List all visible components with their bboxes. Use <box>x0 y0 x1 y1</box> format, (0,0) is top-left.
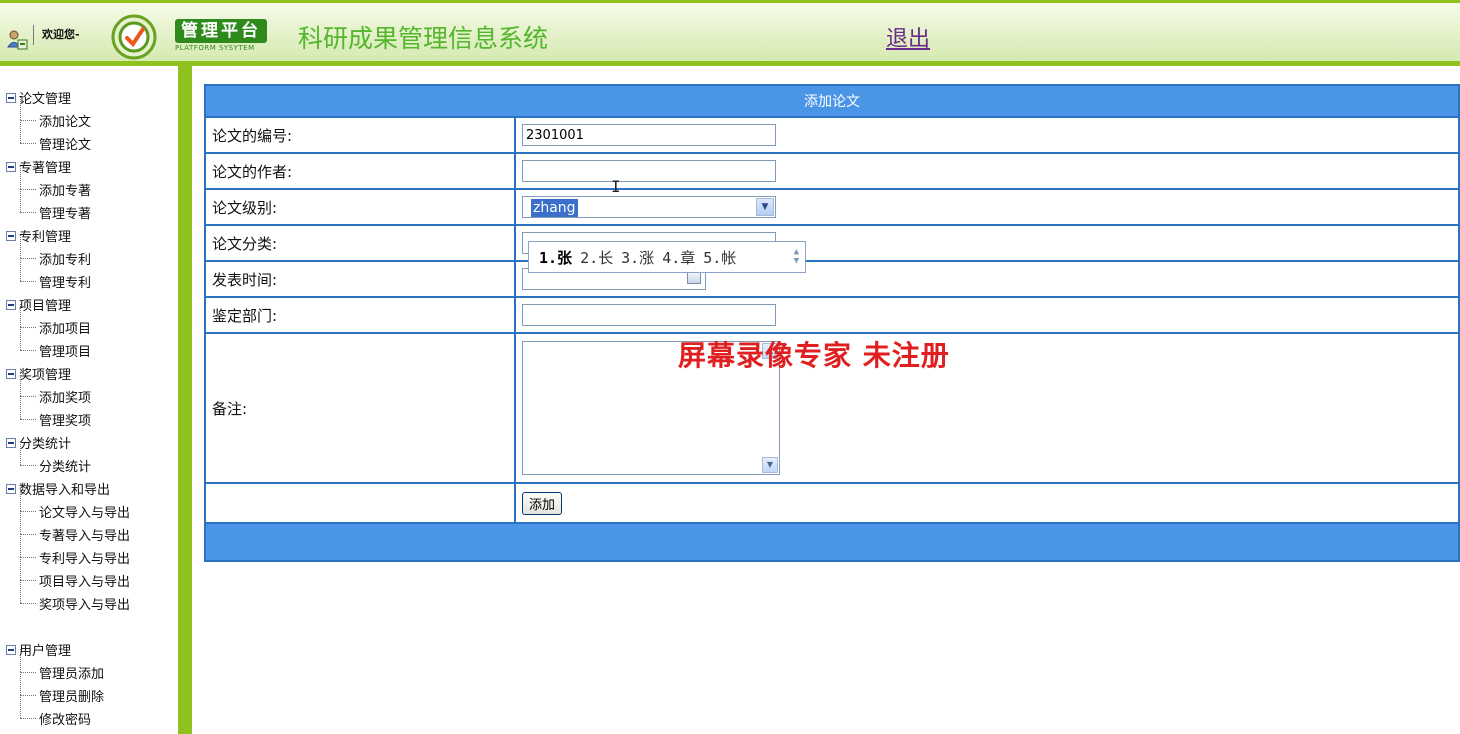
nav-group-title[interactable]: 专利管理 <box>6 224 91 247</box>
label-paper-author: 论文的作者: <box>204 152 516 190</box>
header: 欢迎您- 管理平台 PLATFORM SYSYTEM 科研成果管理信息系统 退出 <box>0 0 1460 66</box>
nav-item-award-io[interactable]: 奖项导入与导出 <box>6 580 130 615</box>
collapse-icon[interactable] <box>6 644 16 655</box>
form-footer <box>204 522 1460 562</box>
label-publish-time: 发表时间: <box>204 260 516 298</box>
scroll-down-icon[interactable]: ▼ <box>762 457 778 473</box>
header-divider <box>33 25 34 45</box>
nav-item-statistics[interactable]: 分类统计 <box>6 442 91 477</box>
nav-group-paper: 论文管理 添加论文 管理论文 <box>6 86 91 155</box>
ime-candidate[interactable]: 5.帐 <box>703 247 736 268</box>
nav-item-manage-award[interactable]: 管理奖项 <box>6 396 91 431</box>
form-title: 添加论文 <box>204 84 1460 118</box>
nav-group-statistics: 分类统计 分类统计 <box>6 431 91 477</box>
header-bottom-border <box>0 61 1460 66</box>
nav-group-import-export: 数据导入和导出 论文导入与导出 专著导入与导出 专利导入与导出 项目导入与导出 … <box>6 477 130 615</box>
nav-group-award: 奖项管理 添加奖项 管理奖项 <box>6 362 91 431</box>
collapse-icon[interactable] <box>6 92 16 103</box>
submit-button[interactable]: 添加 <box>522 491 563 515</box>
page-spinner-icon[interactable]: ▲ ▼ <box>794 248 799 266</box>
label-paper-number: 论文的编号: <box>204 116 516 154</box>
welcome-text: 欢迎您- <box>42 28 80 41</box>
nav-item-monograph-io[interactable]: 专著导入与导出 <box>6 511 130 546</box>
platform-subtitle: PLATFORM SYSYTEM <box>175 44 255 52</box>
nav-item-paper-io[interactable]: 论文导入与导出 <box>6 488 130 523</box>
nav-group-patent: 专利管理 添加专利 管理专利 <box>6 224 91 293</box>
collapse-icon[interactable] <box>6 483 16 494</box>
collapse-icon[interactable] <box>6 230 16 241</box>
nav-item-add-patent[interactable]: 添加专利 <box>6 235 91 270</box>
nav-item-manage-paper[interactable]: 管理论文 <box>6 120 91 155</box>
nav-group-project: 项目管理 添加项目 管理项目 <box>6 293 91 362</box>
nav-item-manage-monograph[interactable]: 管理专著 <box>6 189 91 224</box>
calendar-icon[interactable] <box>687 272 701 284</box>
paper-author-input[interactable] <box>522 160 776 182</box>
sidebar: 论文管理 添加论文 管理论文 专著管理 添加专著 管理专著 专利管理 添加专利 … <box>0 66 178 734</box>
logout-link[interactable]: 退出 <box>886 21 930 53</box>
nav-group-title[interactable]: 分类统计 <box>6 431 91 454</box>
ime-candidate[interactable]: 3.涨 <box>621 247 654 268</box>
text-cursor-icon: I <box>611 177 621 196</box>
add-paper-form: 添加论文 论文的编号: 论文的作者: 论文级别: zhang ▼ 论文分类: 发… <box>204 84 1460 562</box>
sidebar-divider <box>178 66 192 734</box>
collapse-icon[interactable] <box>6 161 16 172</box>
label-paper-level: 论文级别: <box>204 188 516 226</box>
nav-item-project-io[interactable]: 项目导入与导出 <box>6 557 130 592</box>
paper-level-select[interactable]: zhang ▼ <box>522 196 776 218</box>
label-remarks: 备注: <box>204 332 516 484</box>
nav-group-title[interactable]: 论文管理 <box>6 86 91 109</box>
ime-candidate-popup: 1.张 2.长 3.涨 4.章 5.帐 ▲ ▼ <box>528 241 806 273</box>
nav-group-user: 用户管理 管理员添加 管理员删除 修改密码 <box>6 638 104 730</box>
ime-candidate[interactable]: 1.张 <box>539 247 572 268</box>
nav-item-change-password[interactable]: 修改密码 <box>6 695 104 730</box>
nav-group-title[interactable]: 专著管理 <box>6 155 91 178</box>
nav-group-title[interactable]: 数据导入和导出 <box>6 477 130 500</box>
nav-group-monograph: 专著管理 添加专著 管理专著 <box>6 155 91 224</box>
nav-item-add-monograph[interactable]: 添加专著 <box>6 166 91 201</box>
ime-composition-text: zhang <box>531 199 578 217</box>
collapse-icon[interactable] <box>6 437 16 448</box>
nav-item-manage-patent[interactable]: 管理专利 <box>6 258 91 293</box>
ime-candidate[interactable]: 2.长 <box>580 247 613 268</box>
user-icon <box>7 30 28 50</box>
nav-item-add-paper[interactable]: 添加论文 <box>6 97 91 132</box>
nav-item-add-project[interactable]: 添加项目 <box>6 304 91 339</box>
nav-item-add-award[interactable]: 添加奖项 <box>6 373 91 408</box>
watermark-text: 屏幕录像专家 未注册 <box>678 339 950 372</box>
collapse-icon[interactable] <box>6 299 16 310</box>
nav-group-title[interactable]: 奖项管理 <box>6 362 91 385</box>
logo-icon <box>111 14 157 60</box>
nav-group-title[interactable]: 项目管理 <box>6 293 91 316</box>
label-paper-category: 论文分类: <box>204 224 516 262</box>
nav-item-patent-io[interactable]: 专利导入与导出 <box>6 534 130 569</box>
chevron-down-icon[interactable]: ▼ <box>756 198 774 216</box>
label-department: 鉴定部门: <box>204 296 516 334</box>
ime-candidate[interactable]: 4.章 <box>662 247 695 268</box>
platform-logo-text: 管理平台 <box>175 19 267 43</box>
collapse-icon[interactable] <box>6 368 16 379</box>
department-input[interactable] <box>522 304 776 326</box>
nav-item-manage-project[interactable]: 管理项目 <box>6 327 91 362</box>
system-title: 科研成果管理信息系统 <box>298 24 549 53</box>
paper-number-input[interactable] <box>522 124 776 146</box>
